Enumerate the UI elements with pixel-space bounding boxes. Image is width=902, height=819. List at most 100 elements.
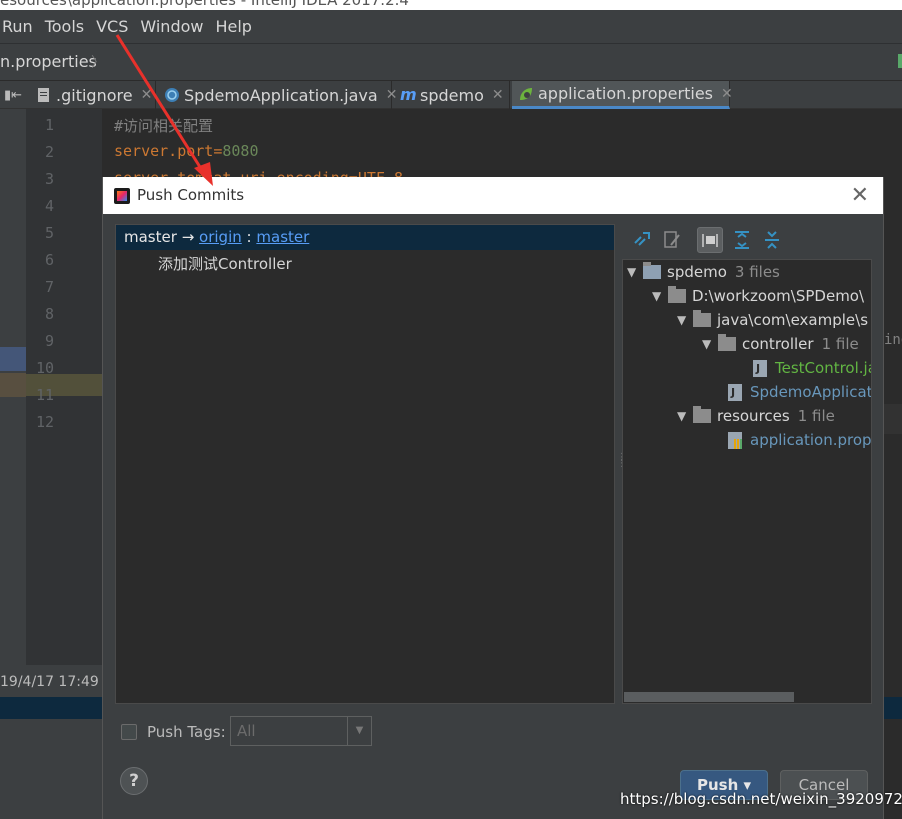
tree-package-label: java\com\example\s (717, 311, 869, 329)
menu-vcs[interactable]: VCS (96, 17, 128, 36)
spring-class-icon (164, 87, 180, 103)
tab-label: application.properties (538, 84, 713, 103)
expanded-triangle-icon[interactable]: ▼ (677, 313, 693, 327)
menu-help[interactable]: Help (215, 17, 251, 36)
tree-file-testcontroller[interactable]: TestControl.ja (753, 356, 871, 380)
show-diff-icon[interactable] (629, 227, 655, 253)
tree-controller-node[interactable]: ▼ controller 1 file (702, 332, 859, 356)
line-number: 4 (44, 197, 54, 215)
tree-path-node[interactable]: ▼ D:\workzoom\SPDemo\ (652, 284, 864, 308)
arrow-icon: → (181, 228, 195, 246)
tree-root[interactable]: ▼ spdemo 3 files (627, 260, 780, 284)
run-indicator-icon[interactable] (898, 54, 902, 68)
line-number: 11 (35, 386, 54, 404)
spring-properties-icon (518, 86, 534, 102)
expand-all-icon[interactable] (729, 227, 755, 253)
push-tags-select[interactable]: All ▼ (230, 716, 372, 746)
expanded-triangle-icon[interactable]: ▼ (702, 337, 718, 351)
tree-package-node[interactable]: ▼ java\com\example\s (677, 308, 868, 332)
expanded-triangle-icon[interactable]: ▼ (627, 265, 643, 279)
remote-link[interactable]: origin (199, 228, 242, 246)
menu-run[interactable]: Run (2, 17, 33, 36)
tab-gitignore[interactable]: .gitignore ✕ (30, 81, 156, 109)
dialog-title-bar: Push Commits ✕ (103, 177, 883, 214)
close-tab-icon[interactable]: ✕ (141, 87, 153, 103)
tab-label: SpdemoApplication.java (184, 85, 378, 105)
collapse-all-icon[interactable] (759, 227, 785, 253)
tree-resources-label: resources (717, 407, 790, 425)
branch-row[interactable]: master → origin : master (116, 225, 614, 250)
local-branch: master (124, 228, 177, 246)
folder-icon (693, 310, 711, 327)
watermark-text: https://blog.csdn.net/weixin_39209728 (620, 790, 902, 808)
push-tags-option[interactable]: Push Tags: (121, 718, 226, 746)
expanded-triangle-icon[interactable]: ▼ (652, 289, 668, 303)
menu-tools[interactable]: Tools (45, 17, 84, 36)
editor-tabs: ▮⇤ .gitignore ✕ SpdemoApplication.java ✕… (0, 81, 902, 109)
dropdown-arrow-icon[interactable]: ▼ (347, 717, 371, 745)
close-tab-icon[interactable]: ✕ (721, 86, 733, 102)
push-tags-label: Push Tags: (147, 723, 226, 741)
folder-icon (718, 334, 736, 351)
navigation-bar: n.properties 〉 (0, 43, 902, 81)
window-title: esources\application.properties - Intell… (0, 0, 409, 9)
line-number: 9 (44, 332, 54, 350)
bottom-panel (0, 719, 102, 819)
help-button[interactable]: ? (120, 767, 148, 795)
dialog-title: Push Commits (137, 186, 245, 204)
intellij-logo-icon (114, 188, 130, 204)
tree-controller-label: controller (742, 335, 814, 353)
tab-spdemo[interactable]: m spdemo ✕ (394, 81, 510, 109)
push-commits-dialog: Push Commits ✕ master → origin : master … (102, 177, 884, 819)
tree-resources-count: 1 file (797, 407, 835, 425)
edit-source-icon[interactable] (659, 227, 685, 253)
code-line-2: server.port=8080 (114, 142, 259, 160)
commit-timestamp: 19/4/17 17:49 ▾ (0, 674, 111, 690)
line-number: 2 (44, 143, 54, 161)
code-fragment: ing (884, 332, 902, 348)
tab-label: .gitignore (56, 85, 133, 105)
line-number: 6 (44, 251, 54, 269)
properties-file-icon (728, 431, 742, 449)
folder-icon (668, 286, 686, 303)
left-tool-strip (0, 109, 26, 665)
file-label: SpdemoApplicat (750, 383, 872, 401)
tree-file-application-properties[interactable]: application.prop (728, 428, 872, 452)
group-by-directory-icon[interactable] (697, 227, 723, 253)
tree-controller-count: 1 file (821, 335, 859, 353)
vcs-log-row[interactable]: 19/4/17 17:49 ▾ (0, 665, 110, 699)
tree-resources-node[interactable]: ▼ resources 1 file (677, 404, 835, 428)
editor-highlight-block (884, 404, 902, 434)
menu-bar: Run Tools VCS Window Help (0, 10, 902, 43)
folder-icon (693, 406, 711, 423)
java-file-icon (728, 383, 742, 401)
branch-separator: : (246, 228, 252, 246)
line-number: 10 (35, 359, 54, 377)
menu-window[interactable]: Window (140, 17, 203, 36)
select-value: All (237, 722, 256, 740)
tree-file-spdemoapplication[interactable]: SpdemoApplicat (728, 380, 872, 404)
tab-spdemoapplication[interactable]: SpdemoApplication.java ✕ (158, 81, 397, 109)
file-label: application.prop (750, 431, 872, 449)
horizontal-scrollbar[interactable] (624, 692, 794, 702)
tree-path-label: D:\workzoom\SPDemo\ (692, 287, 865, 305)
window-title-bar: esources\application.properties - Intell… (0, 0, 902, 10)
tab-application-properties[interactable]: application.properties ✕ (512, 81, 733, 109)
close-tab-icon[interactable]: ✕ (492, 87, 504, 103)
expanded-triangle-icon[interactable]: ▼ (677, 409, 693, 423)
selected-row-band (884, 697, 902, 719)
line-number: 3 (44, 170, 54, 188)
close-icon[interactable]: ✕ (851, 183, 869, 208)
hide-panel-icon[interactable]: ▮⇤ (4, 88, 22, 103)
line-number: 12 (35, 413, 54, 431)
commit-item[interactable]: 添加测试Controller (158, 253, 292, 274)
breadcrumb-file[interactable]: n.properties (0, 52, 97, 71)
property-key: server.port (114, 142, 214, 160)
code-line-1: #访问相关配置 (114, 117, 214, 135)
commits-panel: master → origin : master 添加测试Controller (115, 224, 615, 704)
push-tags-checkbox[interactable] (121, 724, 137, 740)
file-icon (36, 87, 52, 103)
strip-highlight (0, 347, 26, 371)
remote-branch-link[interactable]: master (256, 228, 309, 246)
changes-toolbar (625, 227, 875, 255)
